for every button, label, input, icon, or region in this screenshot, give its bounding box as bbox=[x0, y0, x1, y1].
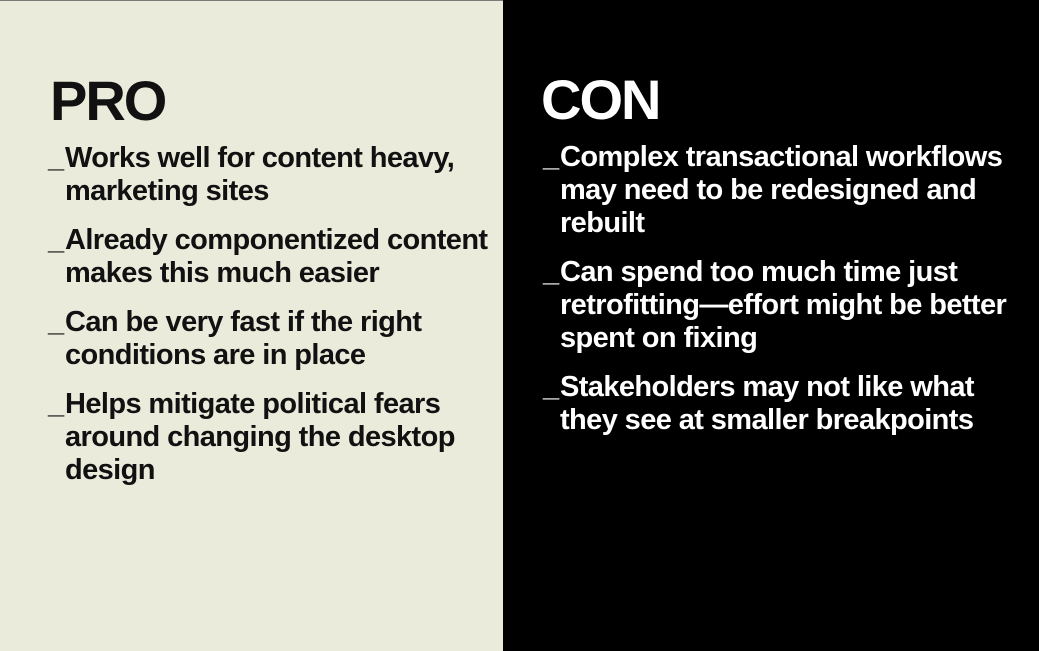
con-item-text: Complex transactional workflows may need… bbox=[560, 141, 1003, 239]
bullet-underscore: _ bbox=[543, 256, 559, 288]
bullet-underscore: _ bbox=[48, 306, 64, 338]
con-list-item: _ Can spend too much time just retrofitti… bbox=[543, 256, 1013, 355]
pro-item-text: Helps mitigate political fears around ch… bbox=[65, 388, 455, 486]
con-item-text: Can spend too much time just retrofittin… bbox=[560, 256, 1007, 354]
bullet-underscore: _ bbox=[48, 142, 64, 174]
con-heading: CON bbox=[541, 68, 661, 131]
bullet-underscore: _ bbox=[48, 388, 64, 420]
pro-heading: PRO bbox=[50, 69, 167, 132]
con-list-item: _ Complex transactional workflows may nee… bbox=[543, 141, 1013, 240]
pro-list: _ Works well for content heavy, marketing… bbox=[48, 142, 488, 503]
con-list: _ Complex transactional workflows may nee… bbox=[543, 141, 1013, 453]
pro-list-item: _ Works well for content heavy, marketing… bbox=[48, 142, 488, 208]
pro-item-text: Already componentized content makes this… bbox=[65, 224, 488, 289]
pro-item-text: Can be very fast if the right conditions… bbox=[65, 306, 422, 371]
pro-item-text: Works well for content heavy, marketing … bbox=[65, 142, 455, 207]
bullet-underscore: _ bbox=[543, 371, 559, 403]
pro-list-item: _ Helps mitigate political fears around c… bbox=[48, 388, 488, 487]
bullet-underscore: _ bbox=[543, 141, 559, 173]
con-panel: CON _ Complex transactional workflows may… bbox=[503, 0, 1039, 651]
pro-list-item: _ Already componentized content makes thi… bbox=[48, 224, 488, 290]
pro-panel: PRO _ Works well for content heavy, marke… bbox=[0, 0, 503, 651]
pro-list-item: _ Can be very fast if the right condition… bbox=[48, 306, 488, 372]
bullet-underscore: _ bbox=[48, 224, 64, 256]
con-item-text: Stakeholders may not like what they see … bbox=[560, 371, 975, 436]
con-list-item: _ Stakeholders may not like what they see… bbox=[543, 371, 1013, 437]
